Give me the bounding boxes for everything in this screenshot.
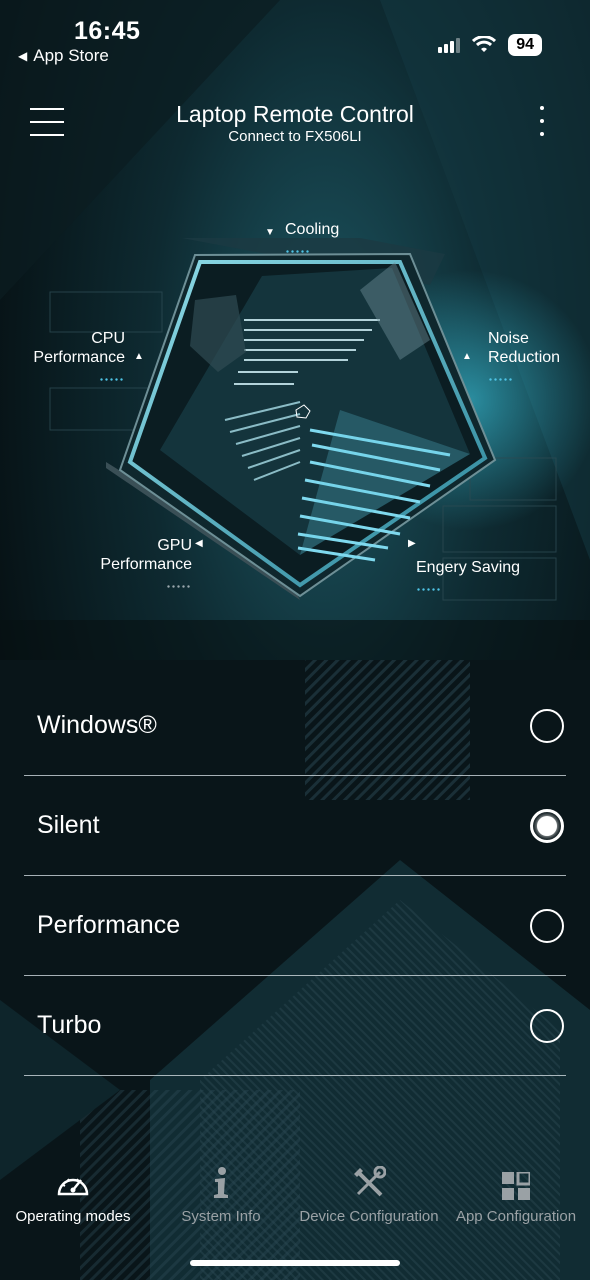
home-indicator <box>190 1260 400 1266</box>
tab-label: App Configuration <box>455 1208 577 1225</box>
cpu-label-line1: CPU <box>91 330 125 347</box>
mode-label: Windows® <box>37 711 157 739</box>
more-dot <box>540 106 544 110</box>
tab-system-info[interactable]: System Info <box>146 1160 296 1240</box>
gpu-label-line2: Performance <box>100 556 192 573</box>
gpu-label-line1: GPU <box>157 537 192 554</box>
radio-button-selected[interactable] <box>530 808 564 843</box>
mode-label: Performance <box>37 911 181 939</box>
page-subtitle: Connect to FX506LI <box>228 128 362 145</box>
radar-label-gpu: GPU Performance ◀ <box>95 536 203 593</box>
marker-triangle-icon: ▼ <box>265 227 275 238</box>
info-icon <box>214 1167 228 1198</box>
gpu-dots <box>166 585 192 588</box>
more-dot <box>540 119 544 123</box>
more-dot <box>540 132 544 136</box>
marker-triangle-icon: ▶ <box>408 538 416 549</box>
tab-label: Operating modes <box>15 1208 131 1225</box>
battery-indicator: 94 <box>508 34 542 56</box>
tab-label: System Info <box>181 1208 261 1225</box>
back-to-app-store-link[interactable]: ◀ App Store <box>18 46 109 66</box>
status-time: 16:45 <box>74 17 141 45</box>
cooling-dots <box>285 250 311 253</box>
tab-operating-modes[interactable]: Operating modes <box>0 1160 146 1240</box>
marker-triangle-icon: ▲ <box>134 351 144 362</box>
radar-label-energy: ▶ Engery Saving <box>408 538 521 596</box>
cpu-dots <box>99 378 125 381</box>
cooling-label: Cooling <box>285 221 340 238</box>
operating-modes-list: Windows® Silent Performance Turbo <box>24 676 566 1076</box>
marker-triangle-icon: ◀ <box>195 538 203 549</box>
radar-label-noise: ▲ Noise Reduction <box>462 329 561 386</box>
mode-item-windows[interactable]: Windows® <box>24 676 566 776</box>
marker-triangle-icon: ▲ <box>462 351 472 362</box>
signal-icon <box>438 38 461 53</box>
grid-icon <box>502 1172 530 1200</box>
mode-label: Turbo <box>37 1011 102 1039</box>
back-app-label: App Store <box>33 46 109 65</box>
background-art <box>0 0 590 1280</box>
tab-label: Device Configuration <box>299 1208 439 1225</box>
gauge-icon <box>57 1178 89 1196</box>
noise-label-line1: Noise <box>488 330 529 347</box>
energy-label: Engery Saving <box>416 559 521 576</box>
cpu-label-line2: Performance <box>33 349 125 366</box>
radar-label-cooling: ▼ Cooling <box>265 220 340 258</box>
mode-label: Silent <box>37 811 100 839</box>
mode-item-silent[interactable]: Silent <box>24 776 566 876</box>
bottom-tab-bar: Operating modes System Info Device Confi… <box>0 1160 590 1240</box>
mode-item-performance[interactable]: Performance <box>24 876 566 976</box>
radar-label-cpu: CPU Performance ▲ <box>28 329 144 386</box>
page-title: Laptop Remote Control <box>176 101 414 127</box>
noise-dots <box>488 378 514 381</box>
radio-button[interactable] <box>530 708 564 743</box>
radio-button[interactable] <box>530 1008 564 1043</box>
mode-item-turbo[interactable]: Turbo <box>24 976 566 1076</box>
header: Laptop Remote Control Connect to FX506LI <box>0 100 590 146</box>
noise-label-line2: Reduction <box>488 349 561 366</box>
tab-device-configuration[interactable]: Device Configuration <box>296 1160 442 1240</box>
energy-dots <box>416 588 442 591</box>
tab-app-configuration[interactable]: App Configuration <box>442 1160 590 1240</box>
back-triangle-icon: ◀ <box>18 49 28 63</box>
status-icons: 94 <box>438 34 542 56</box>
more-options-button[interactable] <box>532 106 552 136</box>
wifi-icon <box>472 36 497 52</box>
tools-icon <box>354 1166 386 1197</box>
radio-button[interactable] <box>530 908 564 943</box>
